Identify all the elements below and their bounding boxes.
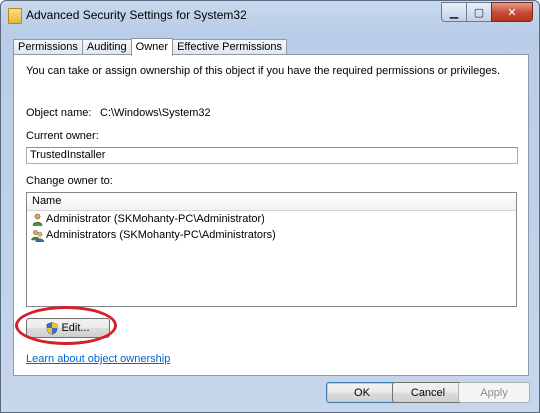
group-icon bbox=[31, 229, 45, 242]
minimize-icon: ▁ bbox=[449, 6, 459, 19]
title-bar[interactable]: Advanced Security Settings for System32 … bbox=[1, 1, 539, 31]
edit-button[interactable]: Edit... bbox=[26, 318, 110, 338]
close-button[interactable]: ✕ bbox=[491, 2, 533, 22]
cancel-button[interactable]: Cancel bbox=[392, 382, 464, 403]
learn-ownership-link[interactable]: Learn about object ownership bbox=[26, 353, 170, 365]
list-item[interactable]: Administrators (SKMohanty-PC\Administrat… bbox=[27, 227, 516, 243]
security-settings-window: Advanced Security Settings for System32 … bbox=[0, 0, 540, 413]
tab-effective-permissions[interactable]: Effective Permissions bbox=[172, 39, 288, 55]
change-owner-label: Change owner to: bbox=[26, 175, 113, 187]
uac-shield-icon bbox=[46, 321, 58, 335]
owner-panel: You can take or assign ownership of this… bbox=[13, 54, 529, 376]
close-icon: ✕ bbox=[507, 6, 517, 19]
tab-permissions[interactable]: Permissions bbox=[13, 39, 83, 55]
edit-button-label: Edit... bbox=[61, 322, 90, 334]
owner-list[interactable]: Name Administrator (SKMohanty-PC\Adminis… bbox=[26, 192, 517, 307]
maximize-icon: ▢ bbox=[473, 6, 485, 19]
apply-button[interactable]: Apply bbox=[458, 382, 530, 403]
current-owner-label: Current owner: bbox=[26, 130, 99, 142]
owner-description: You can take or assign ownership of this… bbox=[26, 65, 501, 77]
object-name-label: Object name: bbox=[26, 107, 92, 119]
window-title: Advanced Security Settings for System32 bbox=[26, 8, 247, 22]
list-header-name[interactable]: Name bbox=[27, 193, 516, 211]
maximize-button[interactable]: ▢ bbox=[466, 2, 491, 22]
object-name-value: C:\Windows\System32 bbox=[100, 107, 211, 119]
owner-name: Administrators (SKMohanty-PC\Administrat… bbox=[46, 229, 276, 241]
current-owner-field[interactable]: TrustedInstaller bbox=[26, 147, 518, 164]
list-item[interactable]: Administrator (SKMohanty-PC\Administrato… bbox=[27, 211, 516, 227]
ok-button[interactable]: OK bbox=[326, 382, 398, 403]
minimize-button[interactable]: ▁ bbox=[441, 2, 466, 22]
caption-buttons: ▁ ▢ ✕ bbox=[441, 2, 533, 22]
tab-owner[interactable]: Owner bbox=[130, 38, 174, 56]
folder-icon bbox=[8, 8, 22, 24]
tab-strip: Permissions Auditing Owner Effective Per… bbox=[13, 38, 288, 56]
user-icon bbox=[31, 213, 44, 226]
owner-name: Administrator (SKMohanty-PC\Administrato… bbox=[46, 213, 265, 225]
tab-auditing[interactable]: Auditing bbox=[81, 39, 132, 55]
